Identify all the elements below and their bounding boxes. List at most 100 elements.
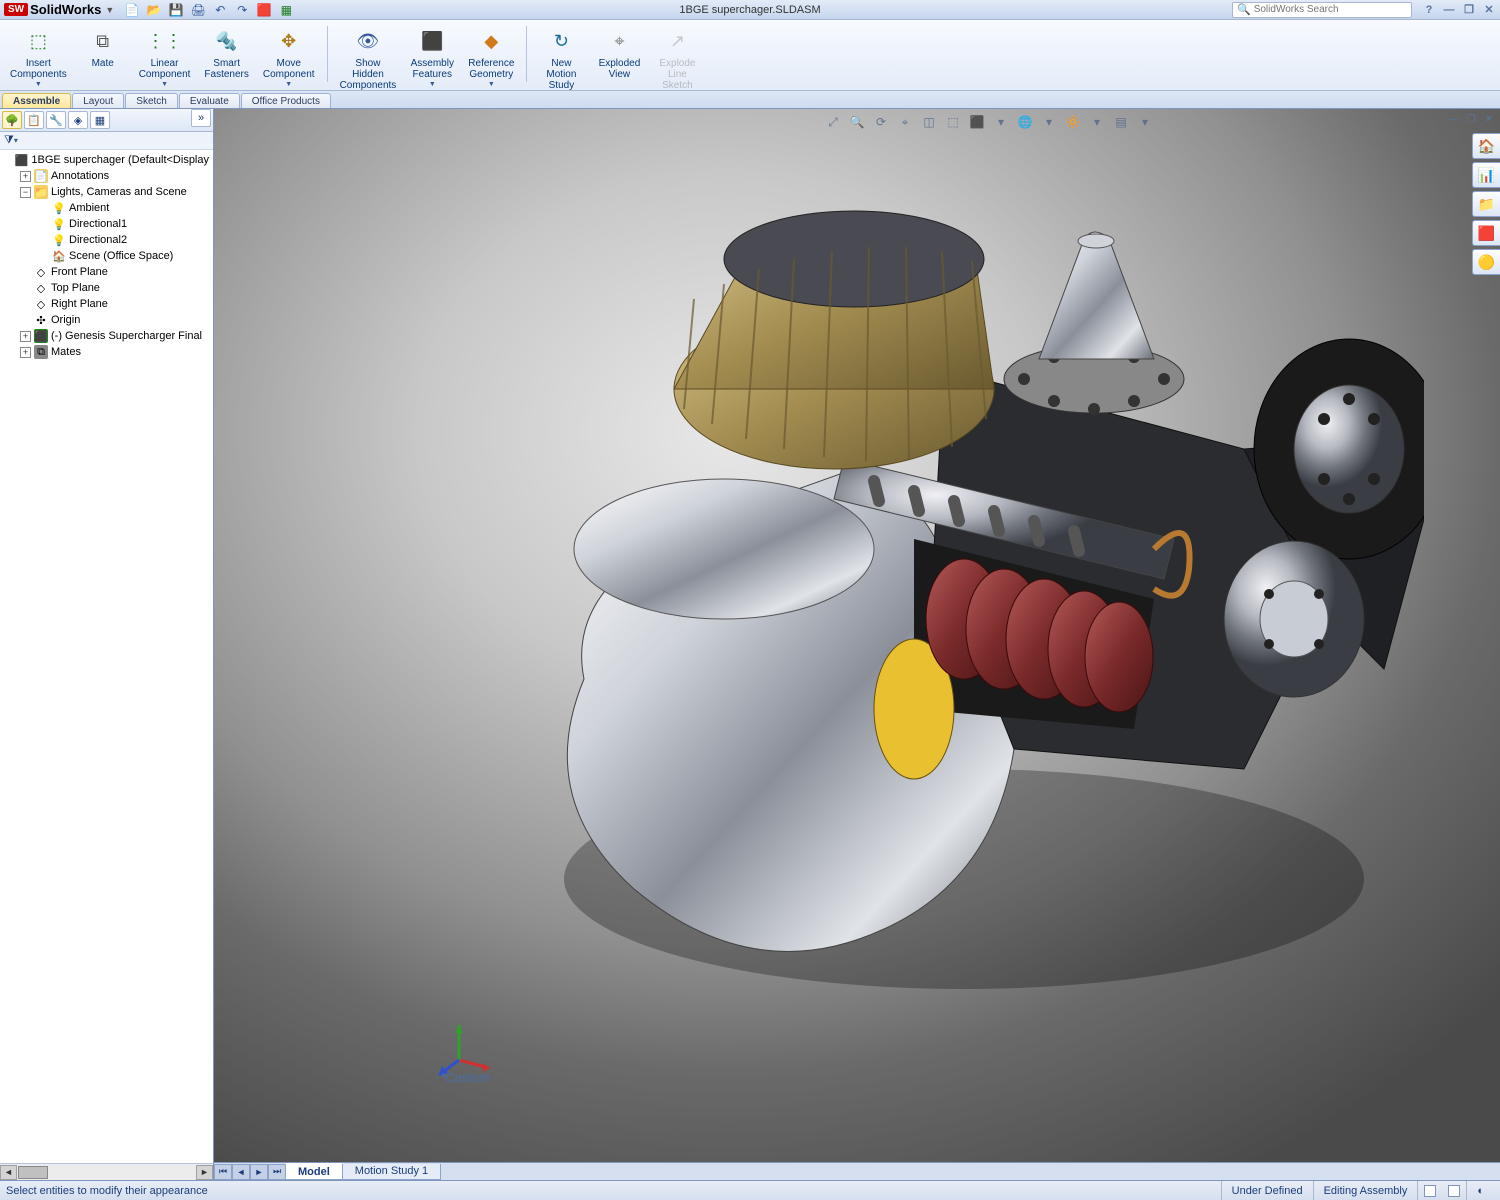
tree-item[interactable]: ◇Top Plane	[2, 280, 211, 296]
bottom-tab-model[interactable]: Model	[285, 1163, 343, 1180]
tree-item[interactable]: 💡Directional1	[2, 216, 211, 232]
tree-item[interactable]: ✣Origin	[2, 312, 211, 328]
tree-item[interactable]: +⧉Mates	[2, 344, 211, 360]
ribbon-explode-button: ↗ ExplodeLineSketch	[651, 24, 703, 93]
scroll-left-icon[interactable]: ◄	[0, 1165, 17, 1180]
fm-tab-display-icon[interactable]: ▦	[90, 111, 110, 129]
tab-nav-prev-icon[interactable]: ◄	[232, 1164, 250, 1180]
fm-tab-config-icon[interactable]: 🔧	[46, 111, 66, 129]
cmd-tab-office-products[interactable]: Office Products	[241, 93, 331, 108]
tree-expand-icon[interactable]: −	[20, 187, 31, 198]
save-icon[interactable]: 💾	[168, 2, 184, 18]
feature-manager-panel: 🌳 📋 🔧 ◈ ▦ » ⧩▾ ⬛ 1BGE superchager (Defau…	[0, 109, 214, 1180]
help-icon[interactable]: ?	[1422, 3, 1436, 17]
tree-root[interactable]: ⬛ 1BGE superchager (Default<Display	[2, 152, 211, 168]
tree-item[interactable]: 💡Directional2	[2, 232, 211, 248]
bottom-tab-motion-study-1[interactable]: Motion Study 1	[342, 1164, 441, 1180]
hud-icon-9[interactable]: ▾	[1040, 113, 1058, 131]
tree-horizontal-scrollbar[interactable]: ◄ ►	[0, 1163, 213, 1180]
minimize-icon[interactable]: —	[1442, 3, 1456, 17]
ribbon-smart-button[interactable]: 🔩 SmartFasteners	[200, 24, 252, 82]
fm-tab-feature-tree-icon[interactable]: 🌳	[2, 111, 22, 129]
ribbon-label: ExplodeLineSketch	[659, 58, 695, 91]
fm-tab-property-icon[interactable]: 📋	[24, 111, 44, 129]
new-icon[interactable]: 📄	[124, 2, 140, 18]
tree-expand-icon[interactable]: +	[20, 331, 31, 342]
tree-item[interactable]: ◇Right Plane	[2, 296, 211, 312]
ribbon-move-button[interactable]: ✥ MoveComponent ▼	[259, 24, 319, 90]
hud-icon-5[interactable]: ⬚	[944, 113, 962, 131]
open-icon[interactable]: 📂	[146, 2, 162, 18]
taskpane-tab-3[interactable]: 🟥	[1472, 220, 1500, 246]
tree-expand-icon[interactable]: +	[20, 347, 31, 358]
hud-icon-1[interactable]: 🔍	[848, 113, 866, 131]
status-indicator-icon[interactable]: ◐	[1466, 1181, 1494, 1200]
collapse-tree-icon[interactable]: »	[191, 109, 211, 127]
tree-item[interactable]: +📄Annotations	[2, 168, 211, 184]
cmd-tab-sketch[interactable]: Sketch	[125, 93, 178, 108]
graphics-viewport[interactable]: ⤢ 🔍 ⟳ ⌖ ◫ ⬚ ⬛ ▾ 🌐 ▾ 🔆 ▾ ▤ ▾ — ❐ ✕ 🏠 📊 📁 🟥 🟡	[214, 109, 1500, 1180]
status-checkbox-1[interactable]	[1424, 1185, 1436, 1197]
tab-nav-first-icon[interactable]: ⏮	[214, 1164, 232, 1180]
tree-item-label: Directional2	[69, 234, 127, 246]
tab-nav-last-icon[interactable]: ⏭	[268, 1164, 286, 1180]
maximize-icon[interactable]: ❐	[1462, 3, 1476, 17]
taskpane-tab-4[interactable]: 🟡	[1472, 249, 1500, 275]
hud-icon-7[interactable]: ▾	[992, 113, 1010, 131]
ribbon-linear-button[interactable]: ⋮⋮ LinearComponent ▼	[135, 24, 195, 90]
hud-icon-6[interactable]: ⬛	[968, 113, 986, 131]
status-checkbox-2[interactable]	[1448, 1185, 1460, 1197]
hud-icon-10[interactable]: 🔆	[1064, 113, 1082, 131]
ribbon-exploded-button[interactable]: ⌖ ExplodedView	[593, 24, 645, 82]
feature-filter-bar[interactable]: ⧩▾	[0, 132, 213, 150]
taskpane-tab-1[interactable]: 📊	[1472, 162, 1500, 188]
ribbon-icon: ⧉	[88, 26, 118, 56]
cmd-tab-evaluate[interactable]: Evaluate	[179, 93, 240, 108]
scroll-right-icon[interactable]: ►	[196, 1165, 213, 1180]
app-menu-dropdown[interactable]: ▼	[105, 5, 114, 15]
taskpane-tab-2[interactable]: 📁	[1472, 191, 1500, 217]
hud-icon-11[interactable]: ▾	[1088, 113, 1106, 131]
scroll-thumb[interactable]	[18, 1166, 48, 1179]
command-manager-tabs: AssembleLayoutSketchEvaluateOffice Produ…	[0, 91, 1500, 109]
print-icon[interactable]: 🖨	[190, 2, 206, 18]
ribbon-new-button[interactable]: ↻ NewMotionStudy	[535, 24, 587, 93]
status-bar: Select entities to modify their appearan…	[0, 1180, 1500, 1200]
cmd-tab-assemble[interactable]: Assemble	[2, 93, 71, 108]
hud-icon-0[interactable]: ⤢	[824, 113, 842, 131]
viewport-maximize-icon[interactable]: ❐	[1464, 113, 1478, 125]
tree-item[interactable]: 💡Ambient	[2, 200, 211, 216]
cmd-tab-layout[interactable]: Layout	[72, 93, 124, 108]
tree-expand-icon[interactable]: +	[20, 171, 31, 182]
tab-nav-next-icon[interactable]: ►	[250, 1164, 268, 1180]
taskpane-tab-0[interactable]: 🏠	[1472, 133, 1500, 159]
hud-icon-2[interactable]: ⟳	[872, 113, 890, 131]
tree-item[interactable]: ◇Front Plane	[2, 264, 211, 280]
hud-icon-13[interactable]: ▾	[1136, 113, 1154, 131]
tree-item[interactable]: +⬛(-) Genesis Supercharger Final	[2, 328, 211, 344]
search-box[interactable]: 🔍	[1232, 2, 1412, 18]
hud-icon-12[interactable]: ▤	[1112, 113, 1130, 131]
ribbon-assembly-button[interactable]: ⬛ AssemblyFeatures ▼	[406, 24, 458, 90]
hud-icon-4[interactable]: ◫	[920, 113, 938, 131]
ribbon-mate-button[interactable]: ⧉ Mate	[77, 24, 129, 71]
undo-icon[interactable]: ↶	[212, 2, 228, 18]
ribbon-insert-button[interactable]: ⬚ InsertComponents ▼	[6, 24, 71, 90]
ribbon-reference-button[interactable]: ◆ ReferenceGeometry ▼	[464, 24, 518, 90]
rebuild-icon[interactable]: 🟥	[256, 2, 272, 18]
options-icon[interactable]: ▦	[278, 2, 294, 18]
ribbon-label: ReferenceGeometry	[468, 58, 514, 80]
tree-item-label: Front Plane	[51, 266, 108, 278]
redo-icon[interactable]: ↷	[234, 2, 250, 18]
ribbon-show-button[interactable]: 👁 ShowHiddenComponents	[336, 24, 401, 93]
tree-node-icon: 💡	[52, 233, 66, 247]
fm-tab-dimexpert-icon[interactable]: ◈	[68, 111, 88, 129]
viewport-minimize-icon[interactable]: —	[1446, 113, 1460, 125]
close-icon[interactable]: ✕	[1482, 3, 1496, 17]
viewport-close-icon[interactable]: ✕	[1482, 113, 1496, 125]
tree-item[interactable]: −📁Lights, Cameras and Scene	[2, 184, 211, 200]
tree-item[interactable]: 🏠Scene (Office Space)	[2, 248, 211, 264]
search-input[interactable]	[1254, 4, 1407, 15]
hud-icon-3[interactable]: ⌖	[896, 113, 914, 131]
hud-icon-8[interactable]: 🌐	[1016, 113, 1034, 131]
